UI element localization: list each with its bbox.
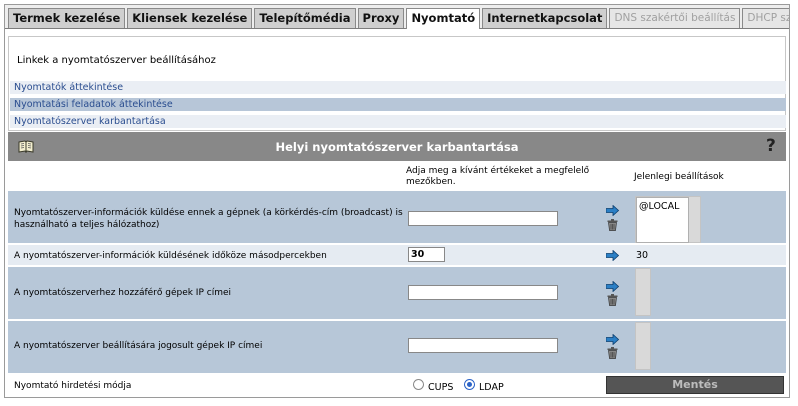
tab-proxy[interactable]: Proxy <box>357 8 405 28</box>
tab-internetkapcsolat[interactable]: Internetkapcsolat <box>482 8 608 28</box>
settings-form: Adja meg a kívánt értékeket a megfelelő … <box>8 161 786 397</box>
broadcast-current-value: @LOCAL <box>636 197 689 243</box>
tab-nyomtato[interactable]: Nyomtató <box>406 8 481 29</box>
apply-arrow-icon[interactable] <box>606 205 619 216</box>
tab-kliensek-kezelese[interactable]: Kliensek kezelése <box>127 8 253 28</box>
interval-input[interactable] <box>408 247 445 262</box>
input-column-header: Adja meg a kívánt értékeket a megfelelő … <box>406 166 590 187</box>
radio-cups-label: CUPS <box>428 382 454 393</box>
current-column-header: Jelenlegi beállítások <box>634 172 724 182</box>
broadcast-label: Nyomtatószerver-információk küldése enne… <box>14 208 403 230</box>
tab-dns-szakertoi: DNS szakértői beállítás <box>609 8 741 28</box>
admin-current-list[interactable] <box>635 322 651 370</box>
tab-dhcp-szakertoi: DHCP szakértői beállítás <box>742 8 789 28</box>
tab-termek-kezelese[interactable]: Termek kezelése <box>8 8 126 28</box>
apply-arrow-icon[interactable] <box>606 281 619 292</box>
broadcast-input[interactable] <box>408 211 558 226</box>
radio-ldap[interactable] <box>464 379 475 390</box>
links-heading: Linkek a nyomtatószerver beállításához <box>17 55 216 66</box>
interval-label: A nyomtatószerver-információk küldésének… <box>14 251 327 261</box>
apply-arrow-icon[interactable] <box>606 250 619 261</box>
trash-icon[interactable] <box>607 219 618 231</box>
tab-bar: Termek kezelése Kliensek kezelése Telepí… <box>5 5 789 29</box>
tab-telepitomedia[interactable]: Telepítőmédia <box>254 8 356 28</box>
links-panel: Linkek a nyomtatószerver beállításához N… <box>8 36 786 131</box>
interval-current-value: 30 <box>636 250 649 261</box>
link-printserver-maintenance[interactable]: Nyomtatószerver karbantartása <box>10 115 786 128</box>
section-title: Helyi nyomtatószerver karbantartása <box>275 140 519 154</box>
help-icon[interactable]: ? <box>766 137 780 155</box>
trash-icon[interactable] <box>607 347 618 359</box>
access-input[interactable] <box>408 285 558 300</box>
browser-frame: Termek kezelése Kliensek kezelése Telepí… <box>4 4 790 398</box>
radio-cups[interactable] <box>413 379 424 390</box>
radio-ldap-label: LDAP <box>479 382 504 393</box>
apply-arrow-icon[interactable] <box>606 334 619 345</box>
advert-label: Nyomtató hirdetési módja <box>14 381 132 391</box>
admin-label: A nyomtatószerver beállítására jogosult … <box>14 341 263 351</box>
broadcast-current-list[interactable]: @LOCAL <box>635 196 701 243</box>
link-print-jobs-overview[interactable]: Nyomtatási feladatok áttekintése <box>10 98 786 111</box>
access-label: A nyomtatószerverhez hozzáférő gépek IP … <box>14 288 231 298</box>
admin-input[interactable] <box>408 338 558 353</box>
section-titlebar: Helyi nyomtatószerver karbantartása ? <box>8 132 786 161</box>
access-current-list[interactable] <box>635 268 651 316</box>
save-button[interactable]: Mentés <box>606 376 784 394</box>
trash-icon[interactable] <box>607 294 618 306</box>
link-printers-overview[interactable]: Nyomtatók áttekintése <box>10 81 786 94</box>
